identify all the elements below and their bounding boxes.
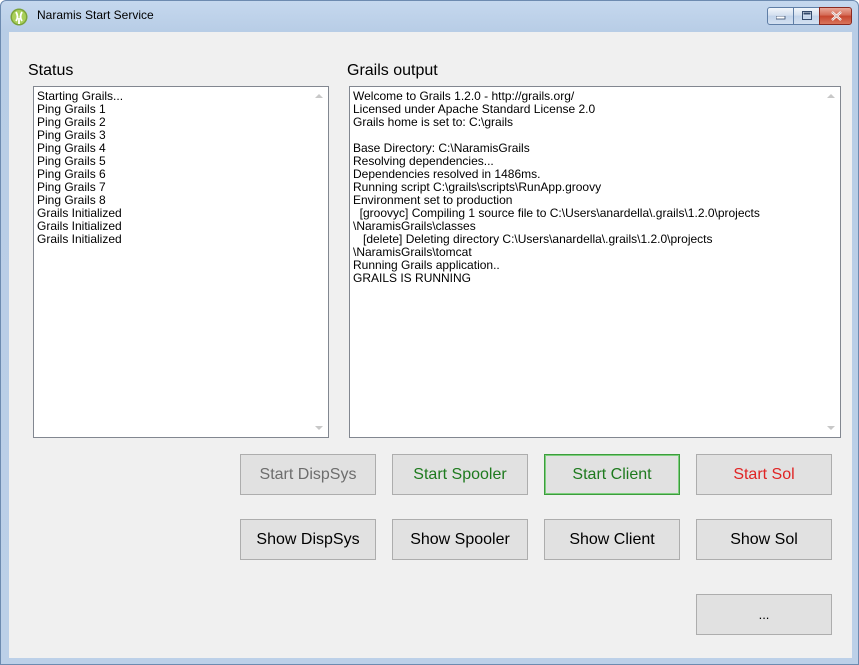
window-title: Naramis Start Service <box>37 8 154 22</box>
start-client-button[interactable]: Start Client <box>544 454 680 495</box>
output-scrollbar[interactable] <box>823 87 840 437</box>
title-bar[interactable]: Naramis Start Service <box>1 1 858 33</box>
maximize-button[interactable] <box>793 7 820 25</box>
start-dispsys-button[interactable]: Start DispSys <box>240 454 376 495</box>
status-label: Status <box>28 62 74 79</box>
list-item: Grails home is set to: C:\grails <box>353 115 514 129</box>
show-dispsys-button[interactable]: Show DispSys <box>240 519 376 560</box>
minimize-icon <box>776 16 786 20</box>
start-sol-button[interactable]: Start Sol <box>696 454 832 495</box>
close-icon <box>831 11 842 21</box>
status-scrollbar[interactable] <box>311 87 328 437</box>
output-lines: Welcome to Grails 1.2.0 - http://grails.… <box>353 90 760 285</box>
show-spooler-button[interactable]: Show Spooler <box>392 519 528 560</box>
scroll-down-icon[interactable] <box>315 426 323 430</box>
list-item: Grails Initialized <box>37 232 122 246</box>
status-listbox[interactable]: Starting Grails... Ping Grails 1 Ping Grai… <box>33 86 329 438</box>
client-area: Status Starting Grails... Ping Grails 1 Pi… <box>9 32 852 658</box>
maximize-icon <box>802 11 812 20</box>
scroll-up-icon[interactable] <box>827 94 835 98</box>
show-sol-button[interactable]: Show Sol <box>696 519 832 560</box>
close-button[interactable] <box>819 7 852 25</box>
grails-output-label: Grails output <box>347 62 438 79</box>
main-window: Naramis Start Service Status Starting Gr… <box>0 0 859 665</box>
grails-leaf-icon <box>10 8 28 26</box>
grails-output-textbox[interactable]: Welcome to Grails 1.2.0 - http://grails.… <box>349 86 841 438</box>
show-client-button[interactable]: Show Client <box>544 519 680 560</box>
scroll-down-icon[interactable] <box>827 426 835 430</box>
scroll-up-icon[interactable] <box>315 94 323 98</box>
minimize-button[interactable] <box>767 7 794 25</box>
more-button[interactable]: ... <box>696 594 832 635</box>
list-item: GRAILS IS RUNNING <box>353 271 472 285</box>
start-spooler-button[interactable]: Start Spooler <box>392 454 528 495</box>
status-lines: Starting Grails... Ping Grails 1 Ping Grai… <box>37 90 123 246</box>
